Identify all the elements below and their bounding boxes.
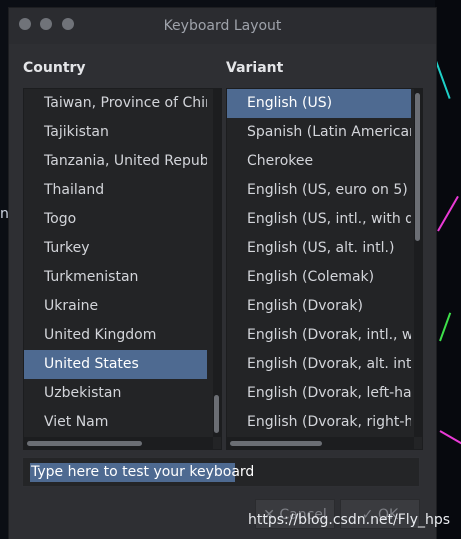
variant-list-item[interactable]: English (US, alt. intl.): [227, 234, 411, 263]
country-list-item[interactable]: Uzbekistan: [24, 379, 207, 408]
variant-list-item[interactable]: English (US, intl., with dead keys): [227, 205, 411, 234]
variant-list-item[interactable]: English (Dvorak, right-handed): [227, 408, 411, 437]
country-vertical-scrollbar[interactable]: [213, 89, 221, 437]
country-list[interactable]: Taiwan, Province of China Tajikistan Tanza…: [23, 88, 222, 450]
window-title: Keyboard Layout: [163, 18, 282, 34]
variant-vertical-scrollbar[interactable]: [414, 89, 422, 437]
country-list-item[interactable]: Togo: [24, 205, 207, 234]
country-list-item[interactable]: Ukraine: [24, 292, 207, 321]
variant-list-item[interactable]: English (US, euro on 5): [227, 176, 411, 205]
country-list-item[interactable]: United Kingdom: [24, 321, 207, 350]
variant-list-item[interactable]: English (Dvorak, intl., with dead keys): [227, 321, 411, 350]
country-list-item[interactable]: Taiwan, Province of China: [24, 89, 207, 118]
country-label: Country: [23, 60, 86, 76]
variant-list-item[interactable]: Cherokee: [227, 147, 411, 176]
country-list-item[interactable]: Thailand: [24, 176, 207, 205]
country-horizontal-scrollbar[interactable]: [24, 437, 213, 449]
desktop-edge-text: n: [0, 206, 9, 222]
variant-vertical-scroll-thumb[interactable]: [415, 93, 420, 241]
watermark-text: https://blog.csdn.net/Fly_hps: [248, 512, 451, 528]
variant-list-item[interactable]: English (Dvorak, alt. intl.): [227, 350, 411, 379]
variant-list-item[interactable]: English (US): [227, 89, 411, 118]
country-list-item[interactable]: Viet Nam: [24, 408, 207, 437]
country-list-item[interactable]: Turkmenistan: [24, 263, 207, 292]
country-list-item[interactable]: Tajikistan: [24, 118, 207, 147]
keyboard-test-placeholder: Type here to test your keyboard: [31, 464, 255, 480]
variant-list-item[interactable]: Spanish (Latin American): [227, 118, 411, 147]
variant-list-item[interactable]: English (Colemak): [227, 263, 411, 292]
country-list-item[interactable]: United States: [24, 350, 207, 379]
variant-label: Variant: [226, 60, 284, 76]
variant-list[interactable]: English (US) Spanish (Latin American) Cher…: [226, 88, 423, 450]
desktop-background: [435, 0, 461, 539]
country-horizontal-scroll-thumb[interactable]: [27, 441, 142, 446]
variant-list-item[interactable]: English (Dvorak, left-handed): [227, 379, 411, 408]
title-bar: Keyboard Layout: [9, 8, 436, 44]
variant-horizontal-scrollbar[interactable]: [227, 437, 414, 449]
country-list-item[interactable]: Tanzania, United Republic of: [24, 147, 207, 176]
variant-horizontal-scroll-thumb[interactable]: [230, 441, 322, 446]
country-vertical-scroll-thumb[interactable]: [214, 395, 219, 433]
variant-list-item[interactable]: English (Dvorak): [227, 292, 411, 321]
country-list-item[interactable]: Turkey: [24, 234, 207, 263]
